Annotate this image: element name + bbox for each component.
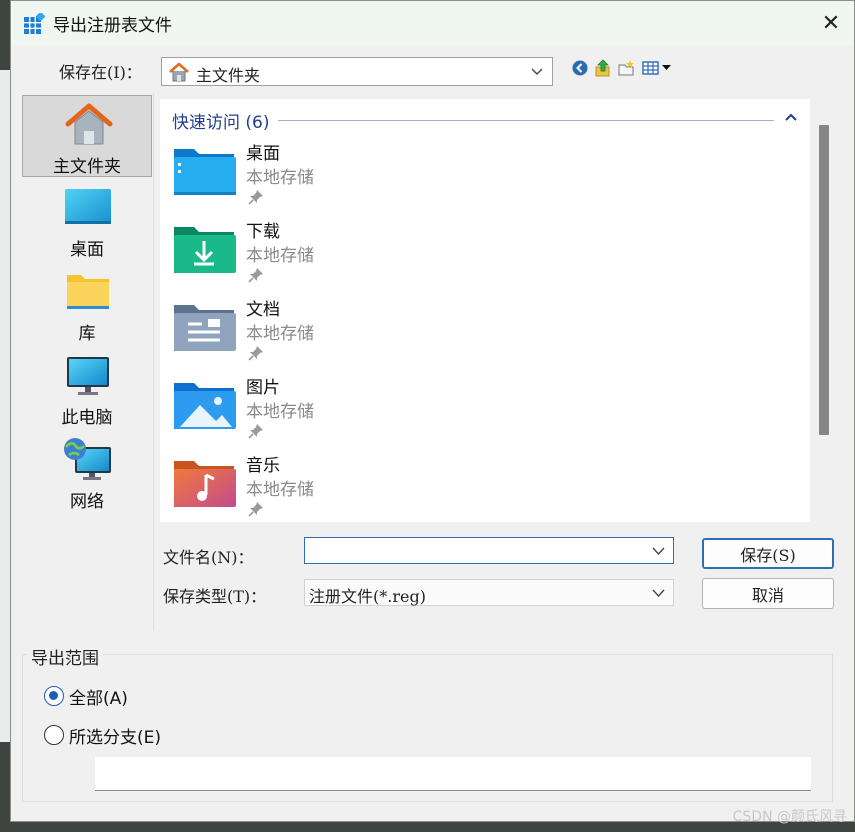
registry-app-icon: [24, 13, 45, 34]
library-icon: [67, 275, 109, 309]
radio-branch-label: 所选分支(E): [69, 727, 162, 748]
close-icon: ✕: [821, 10, 841, 36]
quick-access-header[interactable]: 快速访问 (6): [172, 108, 269, 133]
place-this-pc[interactable]: 此电脑: [22, 347, 152, 429]
pictures-folder-icon: [174, 383, 236, 429]
list-item-desktop[interactable]: 桌面 本地存储: [170, 139, 470, 217]
item-name: 下载: [246, 222, 280, 242]
radio-selected-branch[interactable]: 所选分支(E): [44, 723, 162, 748]
places-bar: 主文件夹 桌面 库 此电脑 网络: [20, 93, 154, 631]
branch-path-input[interactable]: [95, 757, 811, 791]
window-title: 导出注册表文件: [53, 16, 172, 36]
filetype-value: 注册文件(*.reg): [309, 587, 426, 606]
group-divider: [278, 120, 774, 121]
place-label: 此电脑: [61, 408, 113, 428]
filename-field[interactable]: [304, 537, 674, 564]
item-location: 本地存储: [246, 480, 314, 500]
item-location: 本地存储: [246, 246, 314, 266]
desktop-icon: [65, 189, 111, 224]
item-location: 本地存储: [246, 324, 314, 344]
save-in-value: 主文件夹: [196, 66, 261, 85]
documents-folder-icon: [174, 305, 236, 351]
list-item-pictures[interactable]: 图片 本地存储: [170, 373, 470, 451]
item-location: 本地存储: [246, 402, 314, 422]
place-home[interactable]: 主文件夹: [22, 95, 152, 177]
item-name: 桌面: [246, 144, 280, 164]
pin-icon: [248, 502, 263, 517]
place-label: 主文件夹: [53, 157, 121, 177]
view-menu-icon[interactable]: [641, 59, 675, 77]
cancel-button[interactable]: 取消: [702, 578, 834, 609]
pin-icon: [248, 424, 263, 439]
save-button[interactable]: 保存(S): [702, 538, 834, 569]
radio-unchecked-icon[interactable]: [44, 725, 64, 745]
radio-all-label: 全部(A): [69, 688, 128, 709]
chevron-up-icon[interactable]: [784, 112, 798, 122]
close-button[interactable]: ✕: [808, 1, 854, 45]
computer-icon: [67, 357, 109, 395]
pin-icon: [248, 190, 263, 205]
pin-icon: [248, 346, 263, 361]
chevron-down-icon: [652, 589, 665, 597]
filename-input[interactable]: [305, 538, 635, 562]
network-icon: [64, 438, 111, 480]
filetype-label: 保存类型(T)：: [163, 587, 267, 606]
chevron-down-icon: [531, 68, 543, 75]
item-name: 音乐: [246, 456, 280, 476]
file-list: 快速访问 (6) 桌面 本地存储 下载 本地存储 文档 本地存储 图片 本地存储…: [160, 99, 810, 522]
watermark: CSDN @颜氏风寻: [732, 809, 847, 825]
desktop-folder-icon: [174, 149, 236, 195]
back-icon[interactable]: [571, 59, 589, 77]
list-item-music[interactable]: 音乐 本地存储: [170, 451, 470, 522]
home-icon: [65, 103, 113, 145]
place-label: 桌面: [70, 240, 104, 260]
home-icon: [169, 62, 189, 82]
pin-icon: [248, 268, 263, 283]
list-item-documents[interactable]: 文档 本地存储: [170, 295, 470, 373]
save-in-label: 保存在(I)：: [59, 63, 142, 82]
item-name: 文档: [246, 300, 280, 320]
export-range-title: 导出范围: [27, 644, 103, 669]
background-window: [0, 70, 10, 742]
scrollbar-thumb[interactable]: [819, 125, 829, 435]
export-registry-dialog: 导出注册表文件 ✕ 保存在(I)： 主文件夹 主文件夹 桌面 库 此电脑 网络 …: [10, 0, 855, 822]
downloads-folder-icon: [174, 227, 236, 273]
place-label: 库: [78, 324, 96, 344]
place-library[interactable]: 库: [22, 263, 152, 345]
save-in-combo[interactable]: 主文件夹: [161, 57, 553, 86]
place-label: 网络: [70, 492, 104, 512]
filename-label: 文件名(N)：: [163, 548, 254, 567]
music-folder-icon: [174, 461, 236, 507]
title-bar: 导出注册表文件 ✕: [11, 1, 854, 45]
list-item-downloads[interactable]: 下载 本地存储: [170, 217, 470, 295]
filetype-select[interactable]: 注册文件(*.reg): [304, 579, 674, 606]
radio-all[interactable]: 全部(A): [44, 684, 128, 709]
place-desktop[interactable]: 桌面: [22, 179, 152, 261]
chevron-down-icon[interactable]: [652, 545, 665, 557]
place-network[interactable]: 网络: [22, 431, 152, 513]
new-folder-icon[interactable]: [617, 59, 635, 77]
item-location: 本地存储: [246, 168, 314, 188]
up-folder-icon[interactable]: [594, 59, 612, 77]
item-name: 图片: [246, 378, 280, 398]
radio-checked-icon[interactable]: [44, 686, 64, 706]
